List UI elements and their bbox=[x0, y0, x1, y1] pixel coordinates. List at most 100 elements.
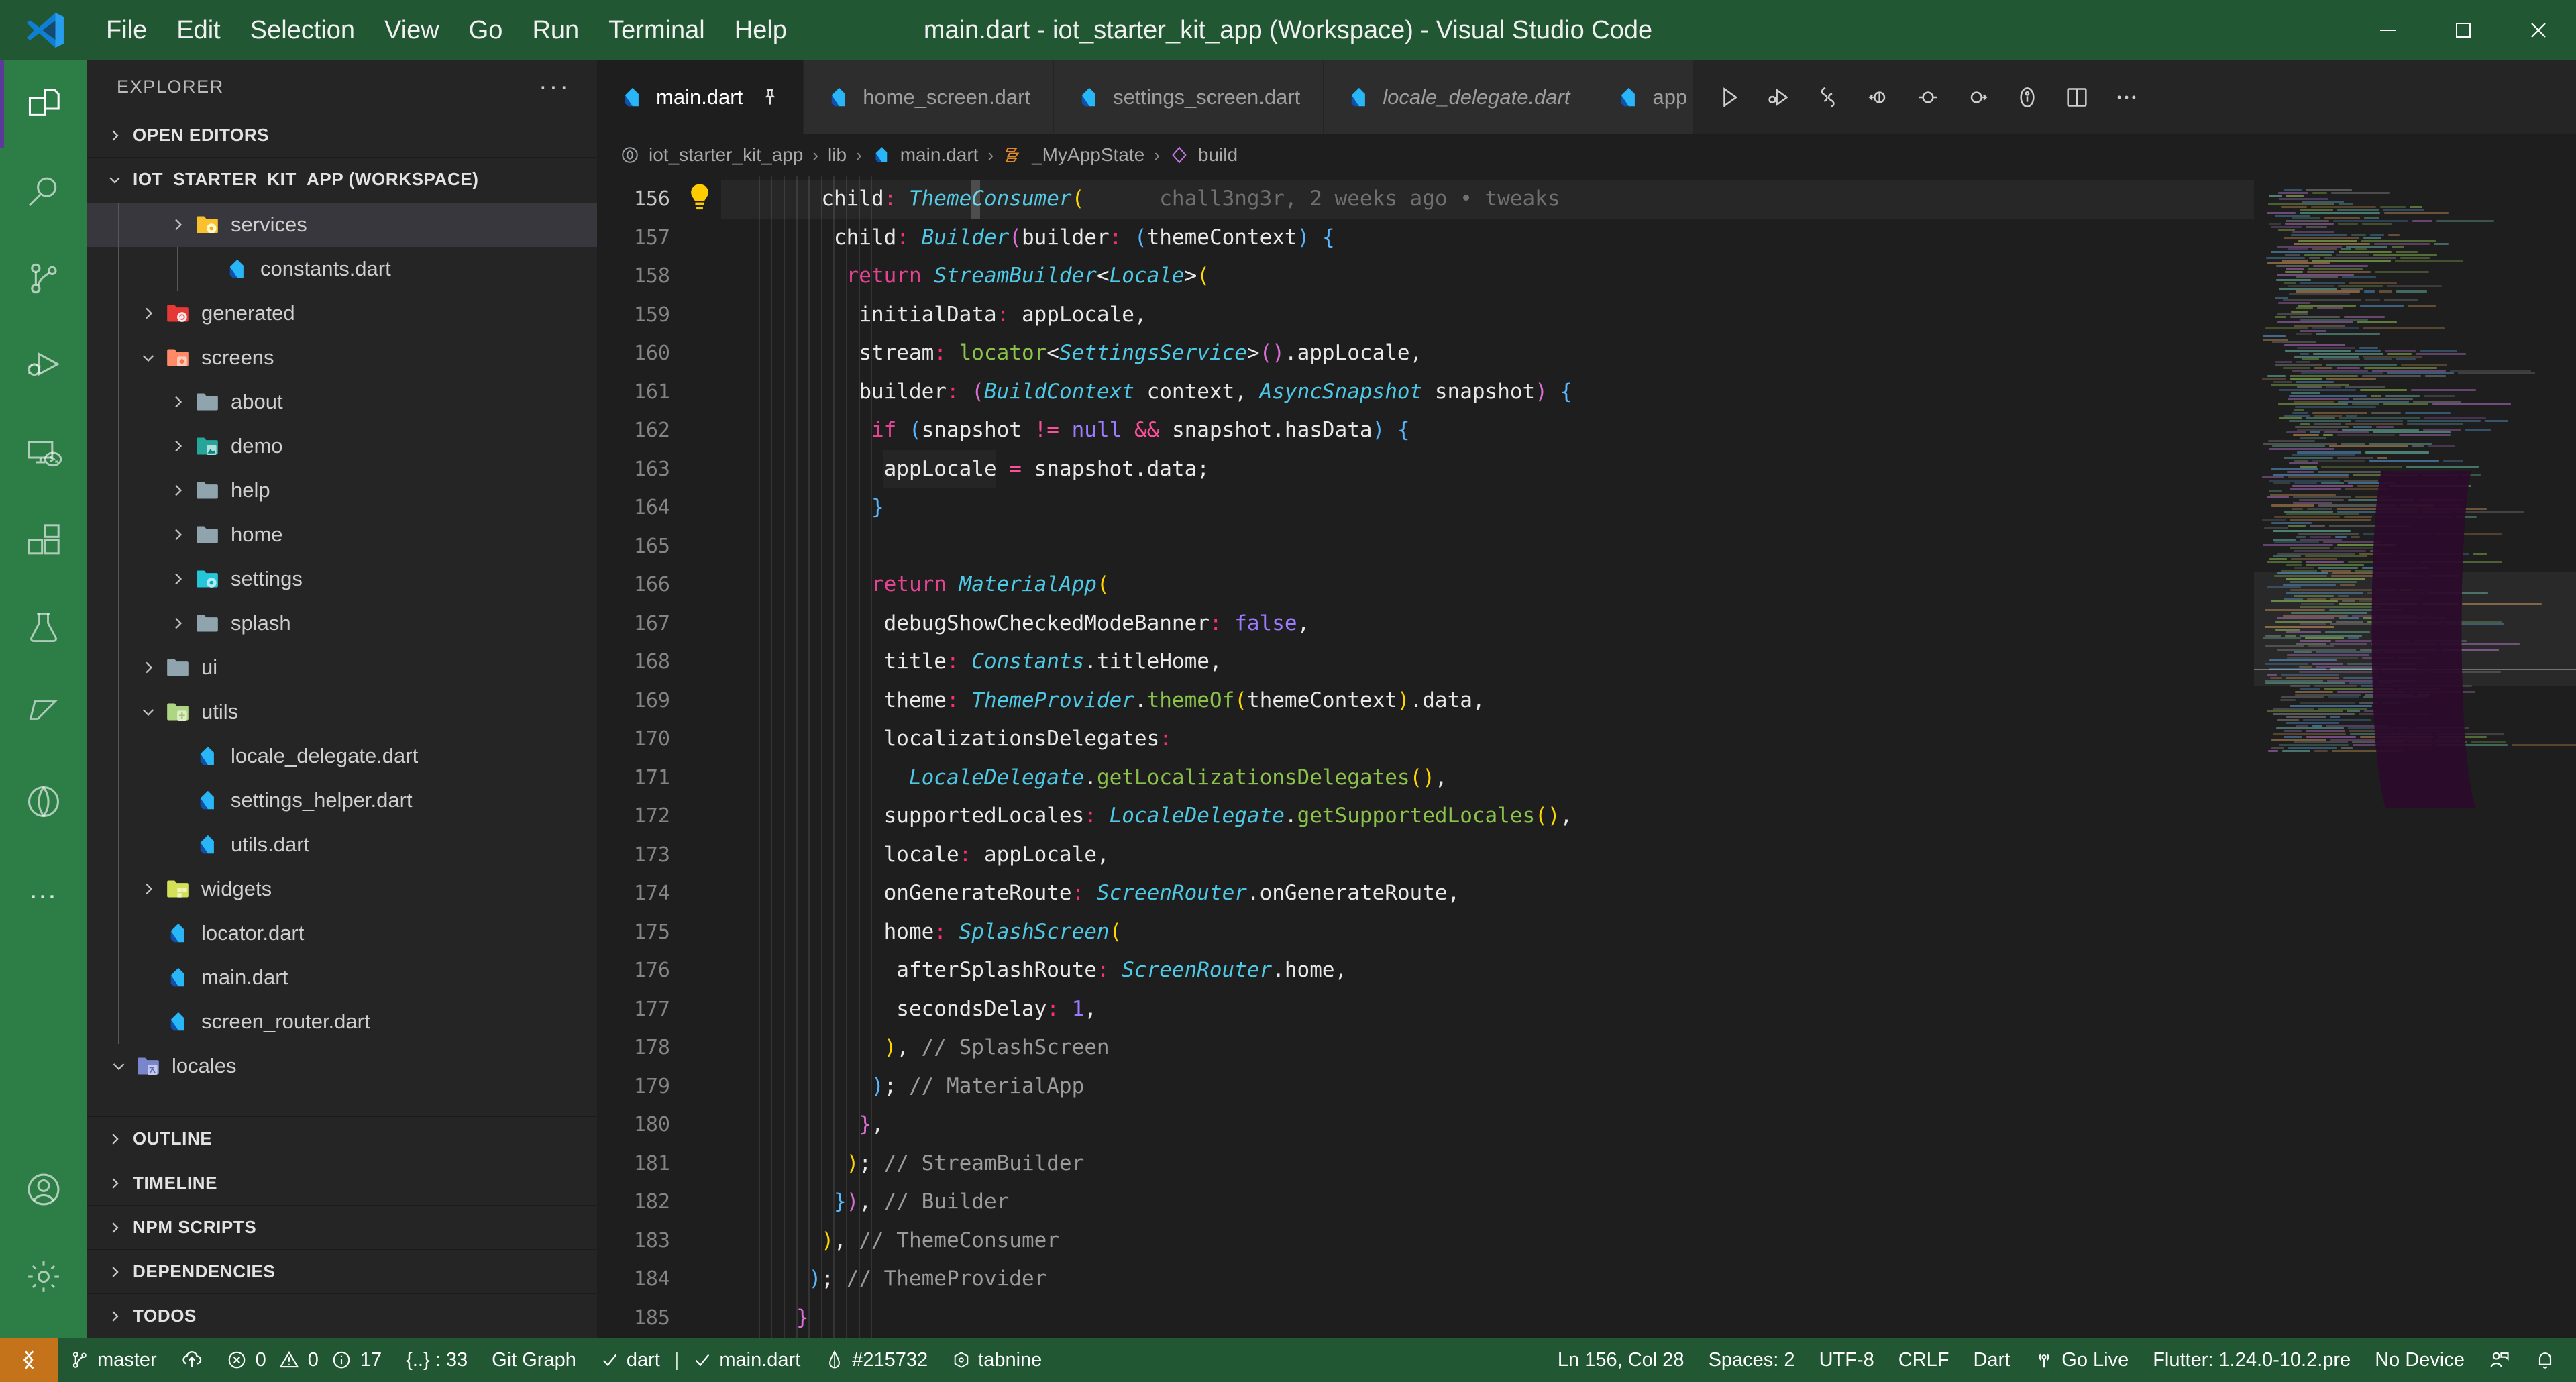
run-and-debug-button[interactable] bbox=[1754, 60, 1804, 134]
status-problems[interactable]: 0 0 17 bbox=[215, 1338, 394, 1382]
status-language-mode[interactable]: Dart bbox=[1961, 1338, 2022, 1382]
editor-tab[interactable]: main.dart bbox=[597, 60, 804, 134]
status-dart-analyzer[interactable]: dart | main.dart bbox=[588, 1338, 812, 1382]
tree-file-row[interactable]: locator.dart bbox=[87, 911, 597, 955]
step-back-button[interactable] bbox=[1854, 60, 1903, 134]
tree-folder-row[interactable]: locales bbox=[87, 1044, 597, 1088]
status-color-picker[interactable]: #215732 bbox=[812, 1338, 940, 1382]
menu-selection[interactable]: Selection bbox=[235, 9, 370, 52]
tree-folder-row[interactable]: demo bbox=[87, 424, 597, 468]
status-git-graph[interactable]: Git Graph bbox=[480, 1338, 588, 1382]
tree-folder-row[interactable]: utils bbox=[87, 690, 597, 734]
status-indentation[interactable]: Spaces: 2 bbox=[1697, 1338, 1807, 1382]
pane-workspace[interactable]: IOT_STARTER_KIT_APP (WORKSPACE) bbox=[87, 157, 597, 201]
menu-view[interactable]: View bbox=[370, 9, 454, 52]
tree-folder-row[interactable]: settings bbox=[87, 557, 597, 601]
tree-folder-row[interactable]: generated bbox=[87, 291, 597, 335]
status-tabnine[interactable]: tabnine bbox=[940, 1338, 1054, 1382]
minimize-button[interactable] bbox=[2351, 0, 2426, 60]
flutter-hot-reload-button[interactable] bbox=[1804, 60, 1854, 134]
tree-folder-row[interactable]: widgets bbox=[87, 867, 597, 911]
chevron-right-icon[interactable] bbox=[134, 881, 162, 897]
status-cursor-position[interactable]: Ln 156, Col 28 bbox=[1546, 1338, 1697, 1382]
tree-file-row[interactable]: utils.dart bbox=[87, 822, 597, 867]
tree-folder-row[interactable]: home bbox=[87, 513, 597, 557]
close-button[interactable] bbox=[2501, 0, 2576, 60]
menu-file[interactable]: File bbox=[91, 9, 162, 52]
more-actions-button[interactable] bbox=[2102, 60, 2151, 134]
chevron-right-icon[interactable] bbox=[164, 438, 192, 454]
pane-todos[interactable]: TODOS bbox=[87, 1293, 597, 1338]
chevron-right-icon[interactable] bbox=[164, 571, 192, 587]
activitybar-item-dart-devtools[interactable] bbox=[0, 758, 87, 845]
activitybar-item-remote-explorer[interactable] bbox=[0, 409, 87, 496]
code-editor[interactable]: 156 157 158 159 160 161 162 163 164 165 166 167 168 1… bbox=[597, 176, 2576, 1338]
pin-icon[interactable] bbox=[760, 87, 780, 107]
pane-dependencies[interactable]: DEPENDENCIES bbox=[87, 1249, 597, 1293]
tree-folder-row[interactable]: splash bbox=[87, 601, 597, 645]
tree-file-row[interactable]: constants.dart bbox=[87, 247, 597, 291]
chevron-right-icon[interactable] bbox=[164, 615, 192, 631]
activitybar-item-flutter[interactable] bbox=[0, 671, 87, 758]
activitybar-item-search[interactable] bbox=[0, 148, 87, 235]
breadcrumb-item[interactable]: iot_starter_kit_app bbox=[620, 144, 803, 166]
editor-tab[interactable]: settings_screen.dart bbox=[1054, 60, 1324, 134]
chevron-right-icon[interactable] bbox=[164, 527, 192, 543]
activitybar-more-icon[interactable]: … bbox=[0, 845, 87, 933]
tree-file-row[interactable]: locale_delegate.dart bbox=[87, 734, 597, 778]
menu-edit[interactable]: Edit bbox=[162, 9, 235, 52]
run-button[interactable] bbox=[1705, 60, 1754, 134]
status-branch[interactable]: master bbox=[58, 1338, 169, 1382]
record-button[interactable] bbox=[1903, 60, 1953, 134]
split-editor-button[interactable] bbox=[2052, 60, 2102, 134]
chevron-down-icon[interactable] bbox=[134, 704, 162, 720]
chevron-right-icon[interactable] bbox=[134, 305, 162, 321]
menu-terminal[interactable]: Terminal bbox=[594, 9, 720, 52]
activitybar-item-extensions[interactable] bbox=[0, 496, 87, 584]
sidebar-more-icon[interactable]: ··· bbox=[539, 72, 570, 101]
tree-folder-row[interactable]: about bbox=[87, 380, 597, 424]
chevron-down-icon[interactable] bbox=[105, 1058, 133, 1074]
breadcrumb-item[interactable]: _MyAppState bbox=[1003, 144, 1144, 166]
chevron-down-icon[interactable] bbox=[134, 350, 162, 366]
tree-folder-row[interactable]: screens bbox=[87, 335, 597, 380]
editor-tab[interactable]: locale_delegate.dart bbox=[1324, 60, 1594, 134]
status-live-share[interactable] bbox=[2477, 1338, 2522, 1382]
remote-window-indicator[interactable] bbox=[0, 1338, 58, 1382]
pane-outline[interactable]: OUTLINE bbox=[87, 1116, 597, 1161]
activitybar-item-manage[interactable] bbox=[0, 1233, 87, 1320]
editor-tab[interactable]: app bbox=[1593, 60, 1695, 134]
status-device-selector[interactable]: No Device bbox=[2363, 1338, 2477, 1382]
menu-help[interactable]: Help bbox=[720, 9, 802, 52]
breadcrumb-item[interactable]: main.dart bbox=[871, 144, 978, 166]
activitybar-item-testing[interactable] bbox=[0, 584, 87, 671]
status-sync[interactable] bbox=[169, 1338, 215, 1382]
status-flutter-version[interactable]: Flutter: 1.24.0-10.2.pre bbox=[2141, 1338, 2363, 1382]
status-encoding[interactable]: UTF-8 bbox=[1807, 1338, 1886, 1382]
chevron-right-icon[interactable] bbox=[164, 482, 192, 498]
tree-folder-row[interactable]: ui bbox=[87, 645, 597, 690]
activitybar-item-explorer[interactable] bbox=[0, 60, 87, 148]
minimap[interactable] bbox=[2254, 176, 2576, 1338]
pane-npm-scripts[interactable]: NPM SCRIPTS bbox=[87, 1205, 597, 1249]
tree-folder-row[interactable]: help bbox=[87, 468, 597, 513]
menu-go[interactable]: Go bbox=[454, 9, 518, 52]
status-go-live[interactable]: Go Live bbox=[2022, 1338, 2141, 1382]
activitybar-item-accounts[interactable] bbox=[0, 1146, 87, 1233]
chevron-right-icon[interactable] bbox=[164, 217, 192, 233]
breadcrumb-item[interactable]: lib bbox=[828, 144, 847, 166]
status-bracket-count[interactable]: {..} : 33 bbox=[394, 1338, 480, 1382]
status-notifications[interactable] bbox=[2522, 1338, 2576, 1382]
status-eol[interactable]: CRLF bbox=[1886, 1338, 1962, 1382]
activitybar-item-source-control[interactable] bbox=[0, 235, 87, 322]
tree-file-row[interactable]: screen_router.dart bbox=[87, 1000, 597, 1044]
toggle-inspector-button[interactable] bbox=[2002, 60, 2052, 134]
tree-file-row[interactable]: settings_helper.dart bbox=[87, 778, 597, 822]
breadcrumb-item[interactable]: build bbox=[1169, 144, 1238, 166]
tree-file-row[interactable]: main.dart bbox=[87, 955, 597, 1000]
pane-open-editors[interactable]: OPEN EDITORS bbox=[87, 113, 597, 157]
step-forward-button[interactable] bbox=[1953, 60, 2002, 134]
menu-run[interactable]: Run bbox=[517, 9, 594, 52]
pane-timeline[interactable]: TIMELINE bbox=[87, 1161, 597, 1205]
tree-folder-row[interactable]: services bbox=[87, 203, 597, 247]
